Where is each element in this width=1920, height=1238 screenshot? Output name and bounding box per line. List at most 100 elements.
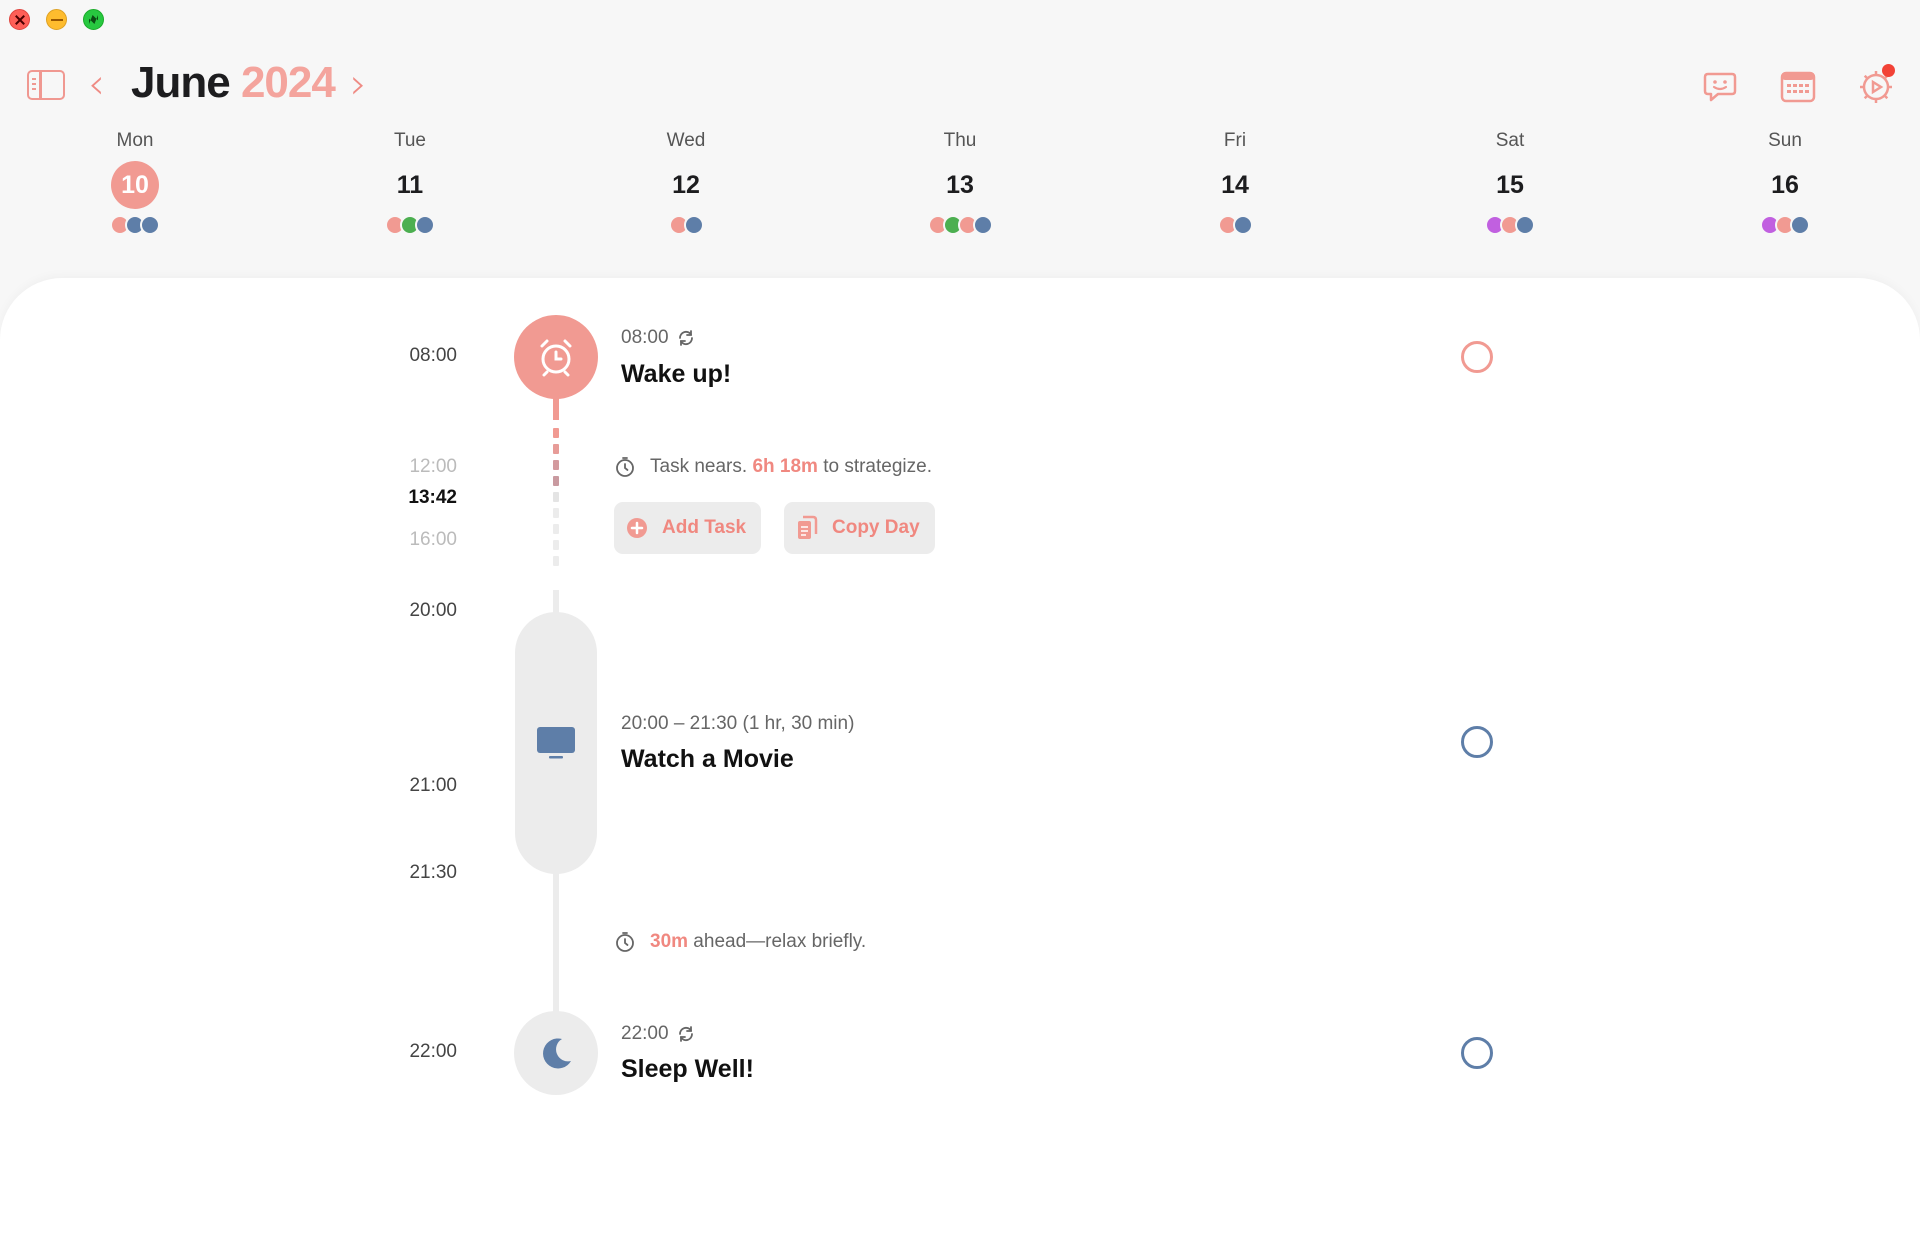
timeline-dash (553, 460, 559, 470)
sleep-event-time: 22:00 (621, 1023, 695, 1045)
day-dots (350, 215, 470, 235)
month-title: June 2024 (131, 58, 336, 108)
plus-circle-icon (627, 518, 647, 538)
time-label: 20:00 (409, 600, 457, 621)
day-name: Wed (666, 130, 706, 151)
day-name: Fri (1223, 130, 1247, 151)
day-fri[interactable]: Fri 14 (1175, 130, 1295, 235)
repeat-icon (678, 330, 693, 346)
time-label: 08:00 (409, 345, 457, 366)
time-label: 22:00 (409, 1041, 457, 1062)
movie-complete-checkbox[interactable] (1461, 726, 1493, 758)
day-dots (1725, 215, 1845, 235)
task-dot (1790, 215, 1810, 235)
day-wed[interactable]: Wed 12 (626, 130, 746, 235)
wake-complete-checkbox[interactable] (1461, 341, 1493, 373)
task-dot (415, 215, 435, 235)
day-name: Mon (116, 130, 154, 151)
notification-badge (1882, 64, 1895, 77)
day-name: Tue (393, 130, 427, 151)
day-sun[interactable]: Sun 16 (1725, 130, 1845, 235)
year-label: 2024 (240, 58, 336, 107)
copy-day-button[interactable]: Copy Day (784, 502, 935, 554)
sidebar-toggle-icon[interactable] (27, 70, 65, 100)
timeline-dash (553, 508, 559, 518)
movie-event-time: 20:00 – 21:30 (1 hr, 30 min) (621, 713, 854, 735)
add-task-label: Add Task (662, 517, 747, 538)
timeline-dash (553, 556, 559, 566)
gap-note: Task nears. 6h 18m to strategize. (614, 456, 932, 478)
timeline-dash (553, 444, 559, 454)
zoom-window-button[interactable] (83, 9, 104, 30)
day-name: Sun (1768, 130, 1802, 151)
day-number: 14 (1221, 171, 1249, 199)
timeline-dash (553, 492, 559, 502)
current-time-label: 13:42 (408, 487, 457, 508)
chevron-right-icon[interactable]: › (350, 62, 367, 106)
sleep-event-title[interactable]: Sleep Well! (621, 1055, 754, 1084)
gap-duration: 30m (650, 931, 689, 952)
wake-event-icon[interactable] (514, 315, 598, 399)
gap-duration: 6h 18m (752, 456, 818, 477)
timeline-dash (553, 524, 559, 534)
day-thu[interactable]: Thu 13 (900, 130, 1020, 235)
day-dots (900, 215, 1020, 235)
gap-note-text: 30m ahead—relax briefly. (650, 931, 866, 953)
day-number: 11 (396, 171, 424, 199)
gap-note-text: Task nears. 6h 18m to strategize. (650, 456, 932, 478)
gap-note-pre: Task nears. (650, 456, 753, 477)
event-time-text: 22:00 (621, 1023, 669, 1044)
sleep-complete-checkbox[interactable] (1461, 1037, 1493, 1069)
alarm-clock-icon (540, 339, 572, 377)
task-dot (1232, 215, 1253, 235)
event-time-text: 08:00 (621, 327, 669, 348)
event-time-text: 20:00 – 21:30 (1 hr, 30 min) (621, 713, 855, 734)
chevron-left-icon[interactable]: ‹ (88, 62, 105, 106)
wake-event-time: 08:00 (621, 327, 695, 349)
timeline-track (553, 872, 559, 1014)
day-number: 15 (1496, 171, 1524, 199)
day-dots (1175, 215, 1295, 235)
day-name: Thu (943, 130, 977, 151)
day-number: 12 (672, 171, 700, 199)
day-dots (75, 215, 195, 235)
task-dot (140, 215, 160, 235)
task-dot (683, 215, 704, 235)
day-number: 16 (1771, 171, 1799, 199)
day-mon[interactable]: Mon 10 (75, 130, 195, 235)
gap-note-post: ahead—relax briefly. (688, 931, 867, 952)
copy-day-label: Copy Day (832, 517, 920, 538)
task-dot (972, 215, 993, 235)
add-task-button[interactable]: Add Task (614, 502, 761, 554)
wake-event-title[interactable]: Wake up! (621, 360, 731, 389)
time-label: 16:00 (409, 529, 457, 550)
month-label: June (131, 58, 231, 107)
gap-note-post: to strategize. (817, 456, 932, 477)
day-timeline-panel (0, 278, 1920, 1238)
close-window-button[interactable] (9, 9, 30, 30)
time-label: 21:00 (409, 775, 457, 796)
day-dots (1450, 215, 1570, 235)
week-strip: Mon 10 Tue 11 Wed 12 Thu 13 Fri 14 Sat 1… (0, 130, 1920, 250)
day-name: Sat (1495, 130, 1525, 151)
time-label: 12:00 (409, 456, 457, 477)
timeline-dash (553, 476, 559, 486)
movie-event-block[interactable] (515, 612, 597, 874)
day-sat[interactable]: Sat 15 (1450, 130, 1570, 235)
movie-event-title[interactable]: Watch a Movie (621, 745, 794, 774)
feedback-icon[interactable] (1700, 66, 1740, 106)
day-number: 13 (946, 171, 974, 199)
minimize-window-button[interactable] (46, 9, 67, 30)
task-dot (1515, 215, 1535, 235)
sleep-event-icon[interactable] (514, 1011, 598, 1095)
day-dots (626, 215, 746, 235)
time-label: 21:30 (409, 862, 457, 883)
calendar-icon[interactable] (1778, 66, 1818, 106)
timeline-dash (553, 428, 559, 438)
day-number: 10 (111, 161, 159, 209)
copy-icon (798, 515, 818, 539)
timeline-dash (553, 540, 559, 550)
day-tue[interactable]: Tue 11 (350, 130, 470, 235)
repeat-icon (678, 1026, 693, 1042)
timer-icon (616, 457, 634, 477)
